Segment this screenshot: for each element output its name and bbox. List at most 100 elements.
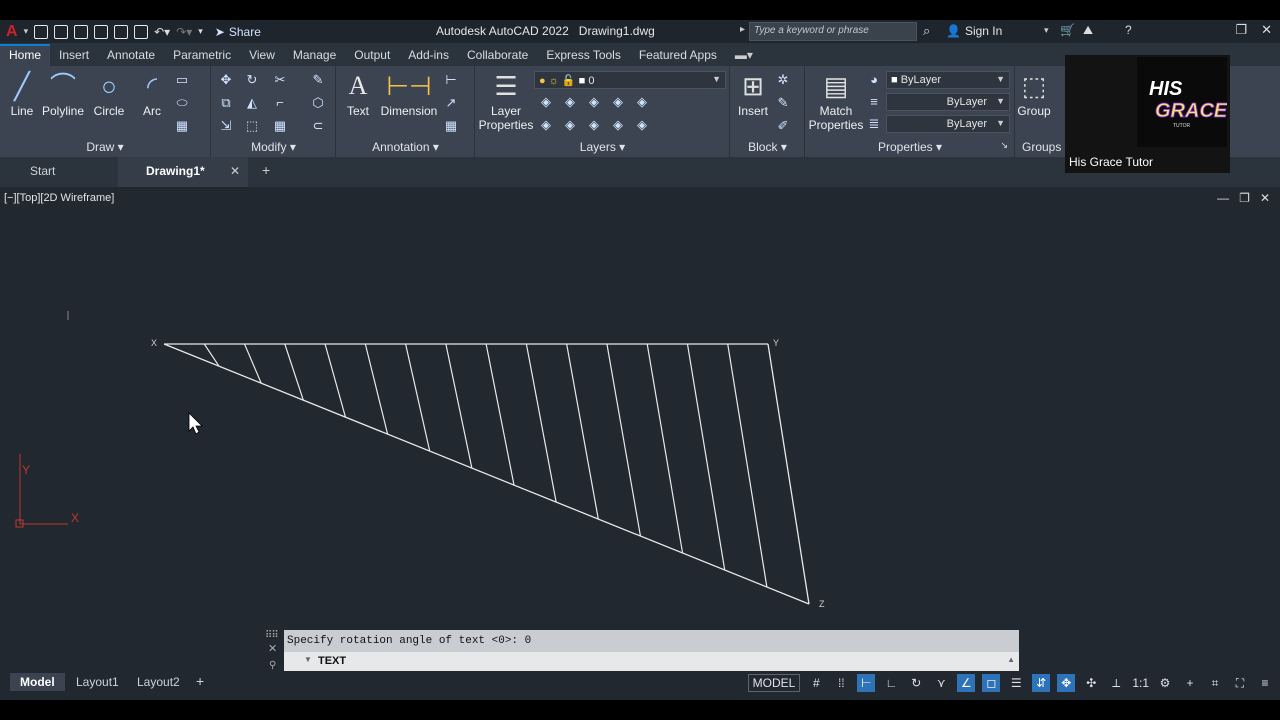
linear-dim-icon[interactable]: ⊢ (443, 72, 459, 88)
modify-panel-title[interactable]: Modify ▾ (212, 140, 335, 154)
lineweight-dropdown[interactable]: ByLayer ▼ (886, 93, 1010, 111)
lineweight-toggle-icon[interactable]: ☰ (1007, 674, 1025, 692)
annotation-panel-title[interactable]: Annotation ▾ (337, 140, 474, 154)
layer-tool-5-icon[interactable]: ◈ (634, 94, 650, 110)
properties-launcher-icon[interactable]: ↘ (1000, 140, 1008, 151)
search-input[interactable]: Type a keyword or phrase (749, 22, 917, 41)
grid-icon[interactable]: # (807, 674, 825, 692)
tab-start[interactable]: Start (30, 164, 55, 178)
layer-tool-9-icon[interactable]: ◈ (610, 117, 626, 133)
copy-icon[interactable]: ⧉ (218, 95, 234, 111)
isodraft-icon[interactable]: ⋎ (932, 674, 950, 692)
selection-cycling-icon[interactable]: ✥ (1057, 674, 1076, 692)
ortho-icon[interactable]: ∟ (882, 674, 900, 692)
search-icon[interactable]: ⌕ (923, 23, 930, 39)
rotate-icon[interactable]: ↻ (244, 72, 260, 88)
fillet-icon[interactable]: ⌐ (272, 95, 288, 111)
tab-add-ins[interactable]: Add-ins (399, 44, 458, 66)
polar-icon[interactable]: ↻ (907, 674, 925, 692)
group-button[interactable]: ⬚ Group (1016, 70, 1052, 118)
tab-manage[interactable]: Manage (284, 44, 345, 66)
layer-tool-10-icon[interactable]: ◈ (634, 117, 650, 133)
annotation-scale[interactable]: 1:1 (1132, 676, 1149, 690)
new-icon[interactable] (34, 24, 49, 39)
layer-tool-6-icon[interactable]: ◈ (538, 117, 554, 133)
save-icon[interactable] (74, 24, 89, 39)
tab-insert[interactable]: Insert (50, 44, 98, 66)
redo-icon[interactable]: ↷▾ (176, 25, 192, 39)
tab-layout2[interactable]: Layout2 (137, 675, 180, 689)
command-recent-icon[interactable]: ▼ (304, 655, 312, 664)
osnap-tracking-icon[interactable]: ∠ (957, 674, 976, 692)
edit-block-icon[interactable]: ✎ (775, 95, 791, 111)
tab-output[interactable]: Output (345, 44, 399, 66)
print-icon[interactable] (134, 24, 149, 39)
dimension-button[interactable]: ⊢⊣ Dimension (379, 70, 439, 118)
color-dropdown[interactable]: ■ ByLayer ▼ (886, 71, 1010, 89)
tab-view[interactable]: View (240, 44, 284, 66)
layer-tool-4-icon[interactable]: ◈ (610, 94, 626, 110)
3d-osnap-icon[interactable]: ✣ (1082, 674, 1100, 692)
tab-layout1[interactable]: Layout1 (76, 675, 119, 689)
object-snap-icon[interactable]: ◻ (982, 674, 1001, 692)
undo-icon[interactable]: ↶▾ (154, 25, 170, 39)
help-icon[interactable]: ? (1125, 23, 1132, 37)
close-icon[interactable]: ✕ (1261, 22, 1272, 38)
match-properties-button[interactable]: ▤ Match Properties (808, 70, 864, 132)
linetype-icon[interactable]: ≣ (866, 116, 882, 132)
erase-icon[interactable]: ✎ (310, 72, 326, 88)
drag-handle-icon[interactable]: ⠿⠿ (265, 630, 279, 641)
layer-tool-2-icon[interactable]: ◈ (562, 94, 578, 110)
tab-express-tools[interactable]: Express Tools (537, 44, 629, 66)
table-icon[interactable]: ▦ (443, 118, 459, 134)
layer-tool-8-icon[interactable]: ◈ (586, 117, 602, 133)
autocad-logo-icon[interactable]: A (6, 23, 18, 41)
tab-collaborate[interactable]: Collaborate (458, 44, 537, 66)
tab-annotate[interactable]: Annotate (98, 44, 164, 66)
layer-dropdown[interactable]: ● ☼ 🔓 ■ 0 ▼ (534, 71, 726, 89)
arc-button[interactable]: ◜ Arc (134, 70, 170, 118)
layer-properties-button[interactable]: ☰ Layer Properties (478, 70, 534, 132)
tab-drawing1[interactable]: Drawing1* (146, 164, 205, 178)
share-button[interactable]: ➤ Share (215, 25, 261, 39)
create-block-icon[interactable]: ✲ (775, 72, 791, 88)
customize-command-icon[interactable]: ⚲ (269, 660, 276, 671)
search-expand-icon[interactable]: ▸ (740, 24, 745, 35)
app-menu-chevron-icon[interactable]: ▾ (24, 26, 29, 37)
close-tab-icon[interactable]: ✕ (230, 164, 240, 178)
close-command-icon[interactable]: ✕ (268, 642, 277, 655)
command-expand-icon[interactable]: ▲ (1007, 655, 1015, 664)
add-layout-icon[interactable]: + (196, 673, 204, 689)
ellipse-icon[interactable]: ⬭ (174, 95, 190, 111)
array-icon[interactable]: ▦ (272, 118, 288, 134)
restore-icon[interactable]: ❐ (1235, 22, 1247, 38)
layer-tool-7-icon[interactable]: ◈ (562, 117, 578, 133)
command-input[interactable]: ▼ TEXT ▲ (284, 652, 1019, 671)
open-icon[interactable] (54, 24, 69, 39)
lineweight-icon[interactable]: ≡ (866, 94, 882, 110)
leader-icon[interactable]: ↗ (443, 95, 459, 111)
block-panel-title[interactable]: Block ▾ (731, 140, 804, 154)
hatch-icon[interactable]: ▦ (174, 118, 190, 134)
customize-menu-icon[interactable]: ≡ (1256, 674, 1274, 692)
transparency-icon[interactable]: ⇵ (1032, 674, 1051, 692)
snap-icon[interactable]: ⁞⁞ (832, 674, 850, 692)
properties-panel-title[interactable]: Properties ▾ ↘ (806, 140, 1014, 154)
block-attribute-icon[interactable]: ✐ (775, 118, 791, 134)
ribbon-options-icon[interactable]: ▬▾ (726, 44, 762, 66)
fullscreen-icon[interactable]: ⛶ (1231, 674, 1249, 692)
circle-button[interactable]: ○ Circle (90, 70, 128, 118)
line-button[interactable]: ╱ Line (4, 70, 40, 118)
new-tab-icon[interactable]: + (262, 162, 270, 178)
insert-button[interactable]: ⊞ Insert (733, 70, 773, 118)
plus-icon[interactable]: + (1181, 674, 1199, 692)
linetype-dropdown[interactable]: ByLayer ▼ (886, 115, 1010, 133)
isolate-icon[interactable]: ⌗ (1206, 674, 1224, 692)
draw-panel-title[interactable]: Draw ▾ (0, 140, 210, 154)
tab-home[interactable]: Home (0, 44, 51, 66)
cart-icon[interactable]: 🛒 (1060, 23, 1075, 37)
move-icon[interactable]: ✥ (218, 72, 234, 88)
save-as-icon[interactable] (94, 24, 109, 39)
polyline-button[interactable]: ⌒ Polyline (40, 70, 86, 118)
color-wheel-icon[interactable]: ◕ (866, 72, 882, 88)
